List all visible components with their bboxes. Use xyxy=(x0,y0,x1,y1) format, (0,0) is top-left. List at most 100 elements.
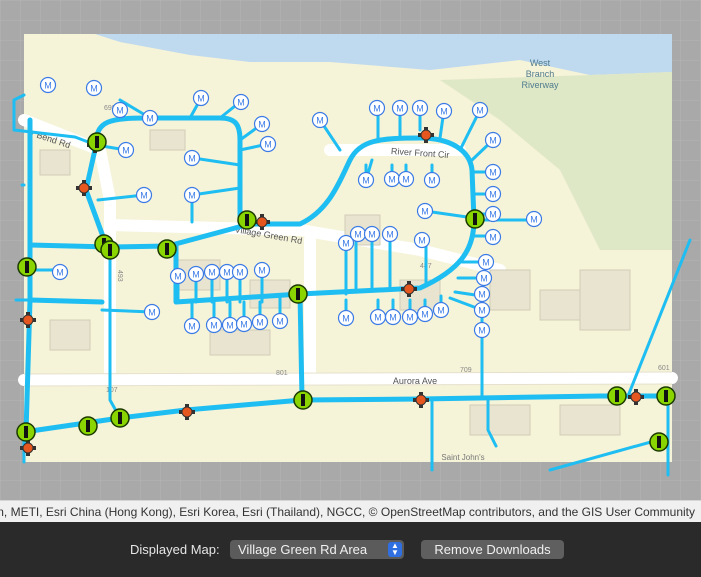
water-meter-marker[interactable]: M xyxy=(368,99,386,117)
attribution-text: n, METI, Esri China (Hong Kong), Esri Ko… xyxy=(0,505,695,519)
valve-marker[interactable] xyxy=(465,209,485,229)
meter-symbol-text: M xyxy=(122,146,130,156)
displayed-map-select[interactable]: Village Green Rd Area ▲ ▼ xyxy=(230,540,404,559)
meter-symbol-text: M xyxy=(197,94,205,104)
water-meter-marker[interactable]: M xyxy=(187,265,205,283)
water-meter-marker[interactable]: M xyxy=(484,205,502,223)
meter-symbol-text: M xyxy=(236,268,244,278)
meter-symbol-text: M xyxy=(276,317,284,327)
water-meter-marker[interactable]: M xyxy=(484,131,502,149)
valve-marker[interactable] xyxy=(100,240,120,260)
water-meter-marker[interactable]: M xyxy=(232,93,250,111)
water-meter-marker[interactable]: M xyxy=(183,186,201,204)
valve-marker[interactable] xyxy=(87,132,107,152)
water-meter-marker[interactable]: M xyxy=(391,99,409,117)
water-meter-marker[interactable]: M xyxy=(231,263,249,281)
valve-marker[interactable] xyxy=(293,390,313,410)
meter-symbol-text: M xyxy=(237,98,245,108)
water-meter-marker[interactable]: M xyxy=(259,135,277,153)
meter-symbol-text: M xyxy=(489,190,497,200)
valve-marker[interactable] xyxy=(110,408,130,428)
water-meter-marker[interactable]: M xyxy=(473,321,491,339)
water-meter-marker[interactable]: M xyxy=(205,316,223,334)
valve-marker[interactable] xyxy=(78,416,98,436)
water-meter-marker[interactable]: M xyxy=(111,101,129,119)
valve-marker[interactable] xyxy=(288,284,308,304)
water-meter-marker[interactable]: M xyxy=(135,186,153,204)
meter-symbol-text: M xyxy=(402,175,410,185)
meter-symbol-text: M xyxy=(56,268,64,278)
water-meter-marker[interactable]: M xyxy=(484,228,502,246)
water-meter-marker[interactable]: M xyxy=(39,76,57,94)
water-meter-marker[interactable]: M xyxy=(349,225,367,243)
water-meter-marker[interactable]: M xyxy=(432,301,450,319)
water-meter-marker[interactable]: M xyxy=(271,312,289,330)
water-meter-marker[interactable]: M xyxy=(357,171,375,189)
water-meter-marker[interactable]: M xyxy=(384,308,402,326)
meter-symbol-text: M xyxy=(421,310,429,320)
water-meter-marker[interactable]: M xyxy=(416,202,434,220)
water-meter-marker[interactable]: M xyxy=(141,109,159,127)
water-meter-marker[interactable]: M xyxy=(369,308,387,326)
label-709: 709 xyxy=(460,367,472,374)
meter-symbol-text: M xyxy=(146,114,154,124)
water-meter-marker[interactable]: M xyxy=(183,149,201,167)
water-meter-marker[interactable]: M xyxy=(235,315,253,333)
water-meter-marker[interactable]: M xyxy=(411,99,429,117)
valve-marker[interactable] xyxy=(157,239,177,259)
meter-symbol-text: M xyxy=(258,120,266,130)
bottom-toolbar: Displayed Map: Village Green Rd Area ▲ ▼ … xyxy=(0,522,701,577)
water-meter-marker[interactable]: M xyxy=(475,269,493,287)
water-meter-marker[interactable]: M xyxy=(203,263,221,281)
water-meter-marker[interactable]: M xyxy=(397,170,415,188)
valve-marker[interactable] xyxy=(237,210,257,230)
water-meter-marker[interactable]: M xyxy=(253,115,271,133)
valve-marker[interactable] xyxy=(656,386,676,406)
water-meter-marker[interactable]: M xyxy=(251,313,269,331)
displayed-map-label: Displayed Map: xyxy=(130,542,220,557)
valve-marker[interactable] xyxy=(17,257,37,277)
water-meter-marker[interactable]: M xyxy=(484,163,502,181)
meter-symbol-text: M xyxy=(188,322,196,332)
water-meter-marker[interactable]: M xyxy=(416,305,434,323)
valve-marker[interactable] xyxy=(16,422,36,442)
remove-downloads-button[interactable]: Remove Downloads xyxy=(421,540,564,559)
water-meter-marker[interactable]: M xyxy=(117,141,135,159)
water-meter-marker[interactable]: M xyxy=(473,301,491,319)
water-meter-marker[interactable]: M xyxy=(221,316,239,334)
meter-symbol-text: M xyxy=(478,326,486,336)
water-meter-marker[interactable]: M xyxy=(143,303,161,321)
meter-symbol-text: M xyxy=(354,230,362,240)
meter-symbol-text: M xyxy=(342,314,350,324)
meter-symbol-text: M xyxy=(389,313,397,323)
water-meter-marker[interactable]: M xyxy=(169,267,187,285)
water-meter-marker[interactable]: M xyxy=(423,171,441,189)
map-view[interactable]: West Branch Riverway River Front Cir Vil… xyxy=(0,0,701,500)
meter-symbol-text: M xyxy=(530,215,538,225)
water-meter-marker[interactable]: M xyxy=(525,210,543,228)
water-meter-marker[interactable]: M xyxy=(401,308,419,326)
valve-marker[interactable] xyxy=(649,432,669,452)
water-meter-marker[interactable]: M xyxy=(337,309,355,327)
meter-symbol-text: M xyxy=(44,81,52,91)
water-meter-marker[interactable]: M xyxy=(383,170,401,188)
water-meter-marker[interactable]: M xyxy=(192,89,210,107)
water-meter-marker[interactable]: M xyxy=(253,261,271,279)
water-meter-marker[interactable]: M xyxy=(363,225,381,243)
water-meter-marker[interactable]: M xyxy=(477,253,495,271)
water-meter-marker[interactable]: M xyxy=(85,79,103,97)
label-493: 493 xyxy=(116,270,123,282)
water-meter-marker[interactable]: M xyxy=(183,317,201,335)
water-meter-marker[interactable]: M xyxy=(311,111,329,129)
water-meter-marker[interactable]: M xyxy=(413,231,431,249)
water-meter-marker[interactable]: M xyxy=(381,225,399,243)
water-meter-marker[interactable]: M xyxy=(471,101,489,119)
water-meter-marker[interactable]: M xyxy=(473,285,491,303)
water-meter-marker[interactable]: M xyxy=(484,185,502,203)
water-meter-marker[interactable]: M xyxy=(435,102,453,120)
valve-marker[interactable] xyxy=(607,386,627,406)
meter-symbol-text: M xyxy=(116,106,124,116)
label-saint-johns: Saint John's xyxy=(441,453,484,462)
meter-symbol-text: M xyxy=(362,176,370,186)
water-meter-marker[interactable]: M xyxy=(51,263,69,281)
